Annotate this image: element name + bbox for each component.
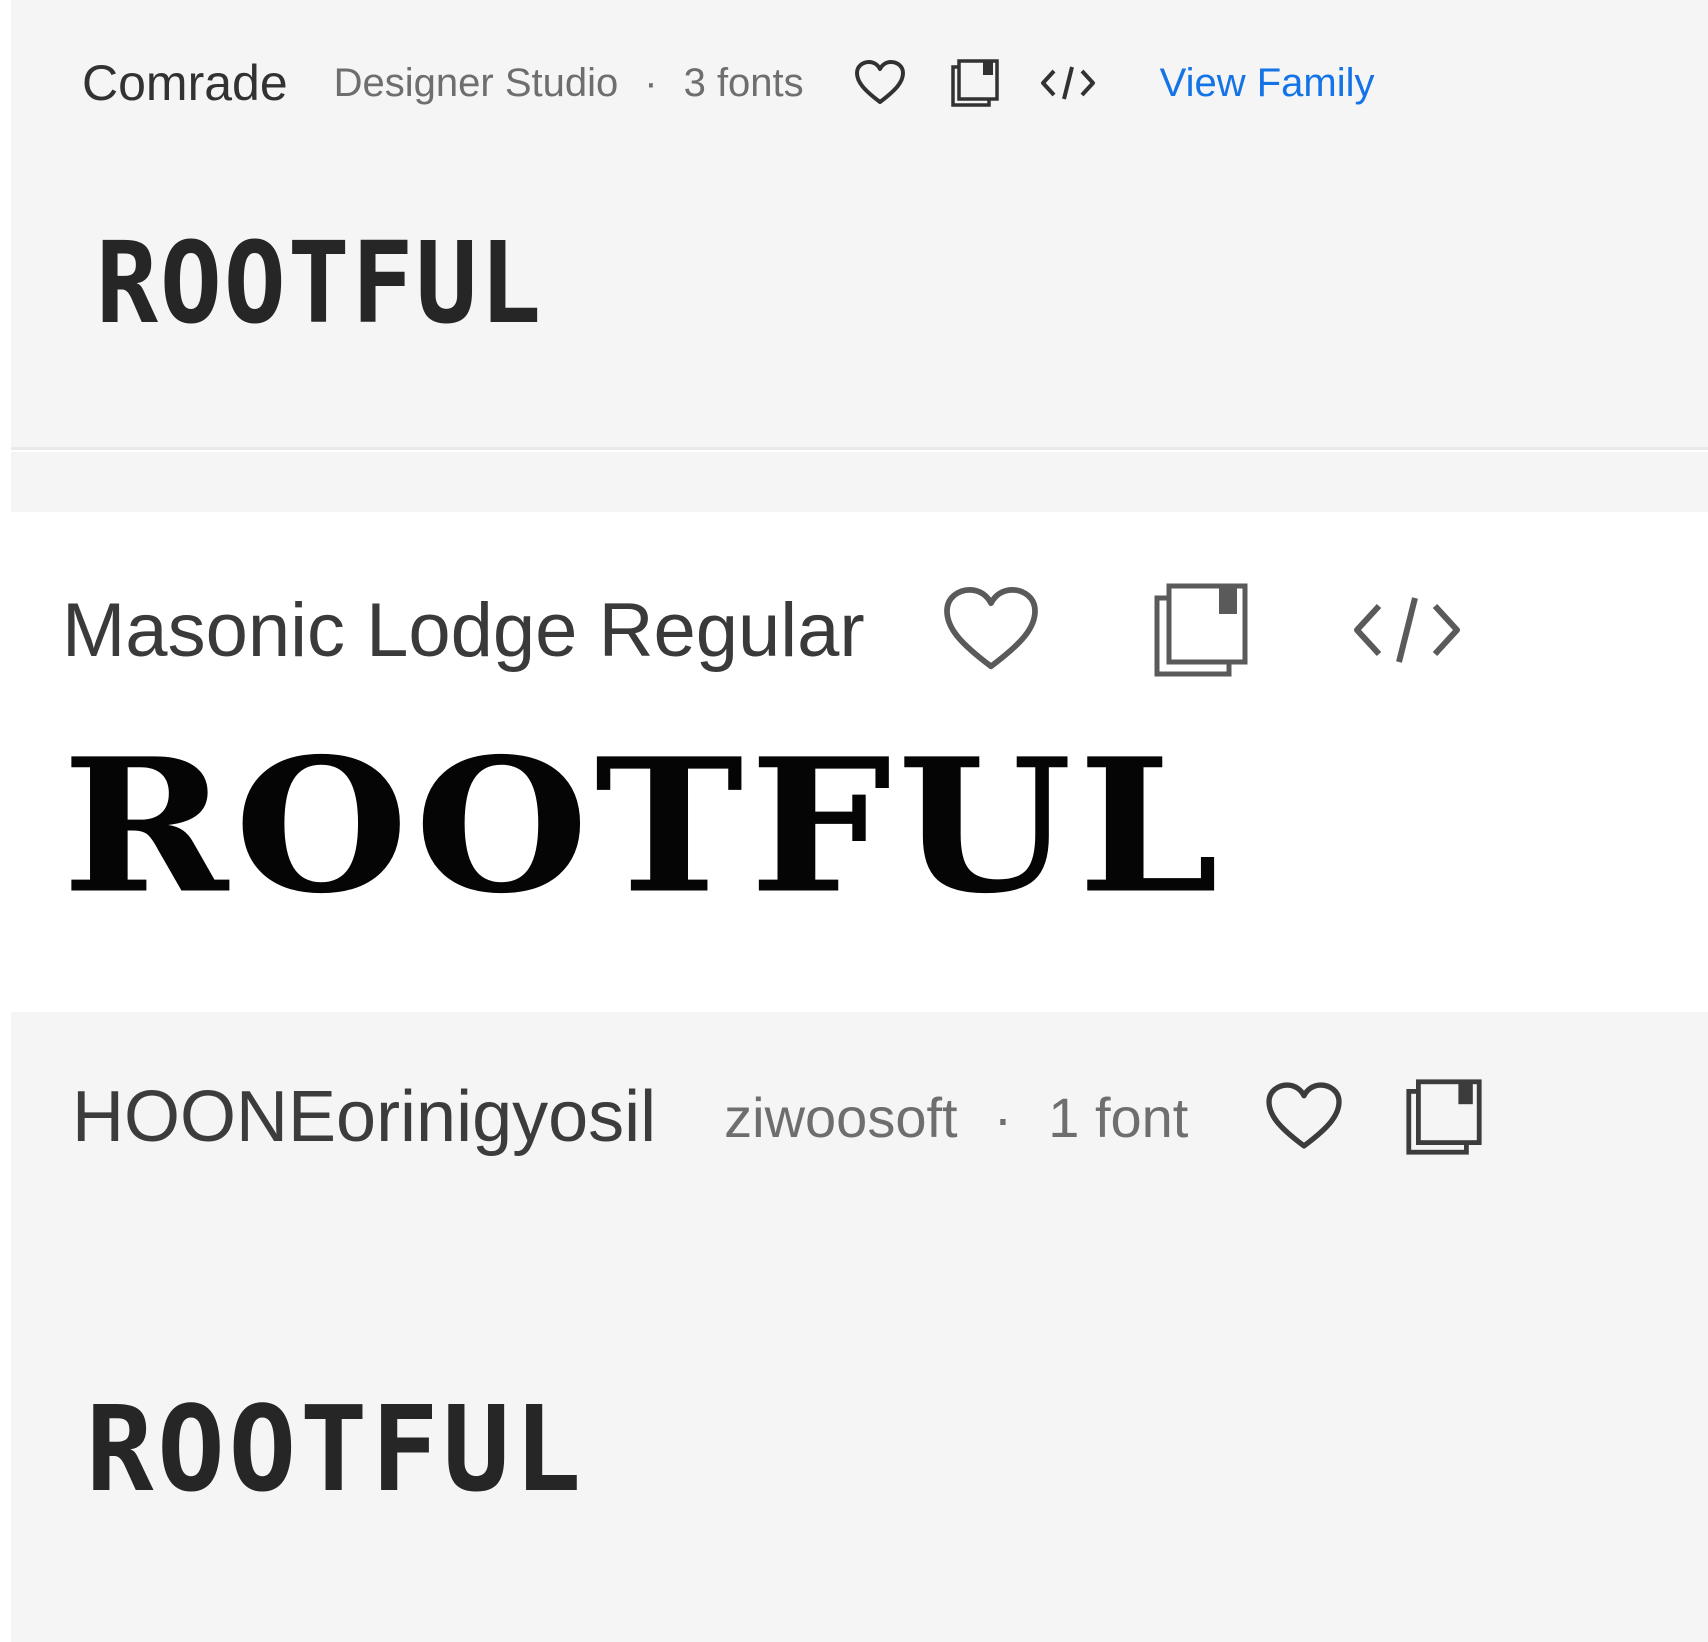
copy-icon[interactable]: [950, 58, 1000, 108]
code-icon[interactable]: [1040, 63, 1096, 103]
heart-icon[interactable]: [1264, 1082, 1344, 1152]
font-card-header: HOONEorinigyosil ziwoosoft · 1 font: [72, 1072, 1484, 1162]
heart-icon[interactable]: [941, 586, 1041, 674]
font-sample-text[interactable]: ROOTFUL: [96, 228, 543, 340]
copy-icon[interactable]: [1151, 580, 1251, 680]
card-divider-strip: [11, 452, 1708, 512]
foundry-name[interactable]: ziwoosoft: [724, 1085, 957, 1150]
font-card-header: Masonic Lodge Regular: [62, 583, 1463, 677]
font-count: 1 font: [1048, 1085, 1189, 1149]
font-family-name[interactable]: Comrade: [82, 54, 288, 112]
font-count: 3 fonts: [683, 60, 804, 105]
code-icon[interactable]: [1351, 590, 1463, 670]
font-family-name[interactable]: Masonic Lodge Regular: [62, 587, 865, 674]
font-family-name[interactable]: HOONEorinigyosil: [72, 1076, 656, 1158]
font-card-header: Comrade Designer Studio · 3 fonts View F…: [82, 48, 1375, 118]
view-family-link[interactable]: View Family: [1160, 61, 1375, 106]
meta-separator: ·: [644, 60, 658, 105]
font-sample-text[interactable]: ROOTFUL: [62, 735, 1225, 919]
heart-icon[interactable]: [854, 60, 906, 106]
meta-separator: ·: [993, 1085, 1013, 1149]
foundry-name[interactable]: Designer Studio: [334, 61, 619, 106]
copy-icon[interactable]: [1404, 1077, 1484, 1157]
font-sample-text[interactable]: ROOTFUL: [86, 1390, 585, 1508]
